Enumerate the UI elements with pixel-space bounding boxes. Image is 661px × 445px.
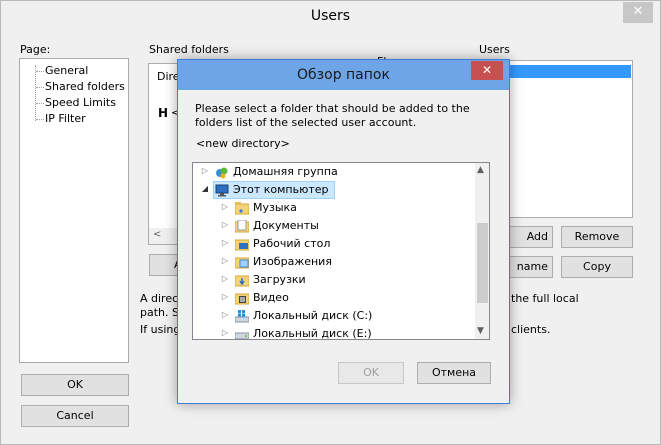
dialog-title: Обзор папок [297,67,390,83]
documents-folder-icon [234,219,250,233]
tree-connector [36,87,44,88]
tree-connector [36,71,44,72]
note-line-1-end: the full local [511,292,579,305]
homegroup-icon [215,166,229,179]
tree-connector [36,119,44,120]
tree-item-pictures[interactable]: Изображения [253,253,332,271]
tree-item-this-computer[interactable]: Этот компьютер [233,181,329,199]
window-title: Users [310,8,351,24]
expand-arrow-icon[interactable]: ▷ [219,328,231,337]
ok-button[interactable]: OK [21,374,129,396]
page-item-shared-folders[interactable]: Shared folders [45,80,125,93]
remove-user-button[interactable]: Remove [561,226,633,248]
page-item-speed-limits[interactable]: Speed Limits [45,96,116,109]
tree-item-homegroup[interactable]: Домашняя группа [233,163,338,181]
page-label: Page: [20,43,51,56]
expand-arrow-icon[interactable]: ▷ [199,166,211,175]
tree-connector [36,103,44,104]
scroll-up-arrow-icon[interactable]: ▲ [477,165,484,175]
shared-folder-row-home-flag: H [158,106,169,120]
tree-item-downloads[interactable]: Загрузки [253,271,306,289]
new-directory-label: <new directory> [196,137,290,150]
pictures-folder-icon [234,256,250,269]
page-tree: General Shared folders Speed Limits IP F… [19,58,129,363]
dialog-close-button[interactable]: ✕ [471,61,503,80]
expand-arrow-icon[interactable]: ▷ [219,310,231,319]
desktop-folder-icon [234,238,250,251]
expand-arrow-icon[interactable]: ▷ [219,274,231,283]
scroll-down-arrow-icon[interactable]: ▼ [477,326,484,336]
expand-arrow-icon[interactable]: ▷ [219,256,231,265]
tree-item-desktop[interactable]: Рабочий стол [253,235,330,253]
tree-item-drive-e[interactable]: Локальный диск (E:) [253,325,372,339]
scroll-left-arrow-icon[interactable]: < [153,229,161,240]
tree-vertical-scrollbar[interactable]: ▲ ▼ [475,163,489,339]
tree-item-video[interactable]: Видео [253,289,289,307]
page-item-general[interactable]: General [45,64,88,77]
system-drive-icon [234,310,250,323]
drive-icon [234,328,250,339]
scrollbar-thumb[interactable] [477,223,488,303]
music-folder-icon [234,202,250,215]
dialog-cancel-button[interactable]: Отмена [417,362,491,384]
shared-folders-label: Shared folders [149,43,229,56]
users-label: Users [479,43,510,56]
tree-item-drive-c[interactable]: Локальный диск (C:) [253,307,372,325]
video-folder-icon [234,292,250,305]
folder-tree[interactable]: ▷ Домашняя группа ◢ Этот компьютер ▷ Муз… [192,162,490,340]
computer-icon [215,184,229,197]
expand-arrow-icon[interactable]: ▷ [219,220,231,229]
cancel-button[interactable]: Cancel [21,405,129,427]
copy-user-button[interactable]: Copy [561,256,633,278]
note-line-3-end: clients. [511,323,551,336]
dialog-ok-button[interactable]: OK [338,362,404,384]
tree-item-documents[interactable]: Документы [253,217,319,235]
expand-arrow-icon[interactable]: ▷ [219,238,231,247]
dialog-description: Please select a folder that should be ad… [195,102,470,129]
window-close-button[interactable]: ✕ [623,2,653,23]
browse-folder-dialog: Обзор папок ✕ Please select a folder tha… [177,59,510,404]
tree-connector [35,65,36,121]
page-item-ip-filter[interactable]: IP Filter [45,112,86,125]
collapse-arrow-icon[interactable]: ◢ [199,184,211,193]
tree-item-music[interactable]: Музыка [253,199,297,217]
expand-arrow-icon[interactable]: ▷ [219,292,231,301]
expand-arrow-icon[interactable]: ▷ [219,202,231,211]
downloads-folder-icon [234,274,250,287]
